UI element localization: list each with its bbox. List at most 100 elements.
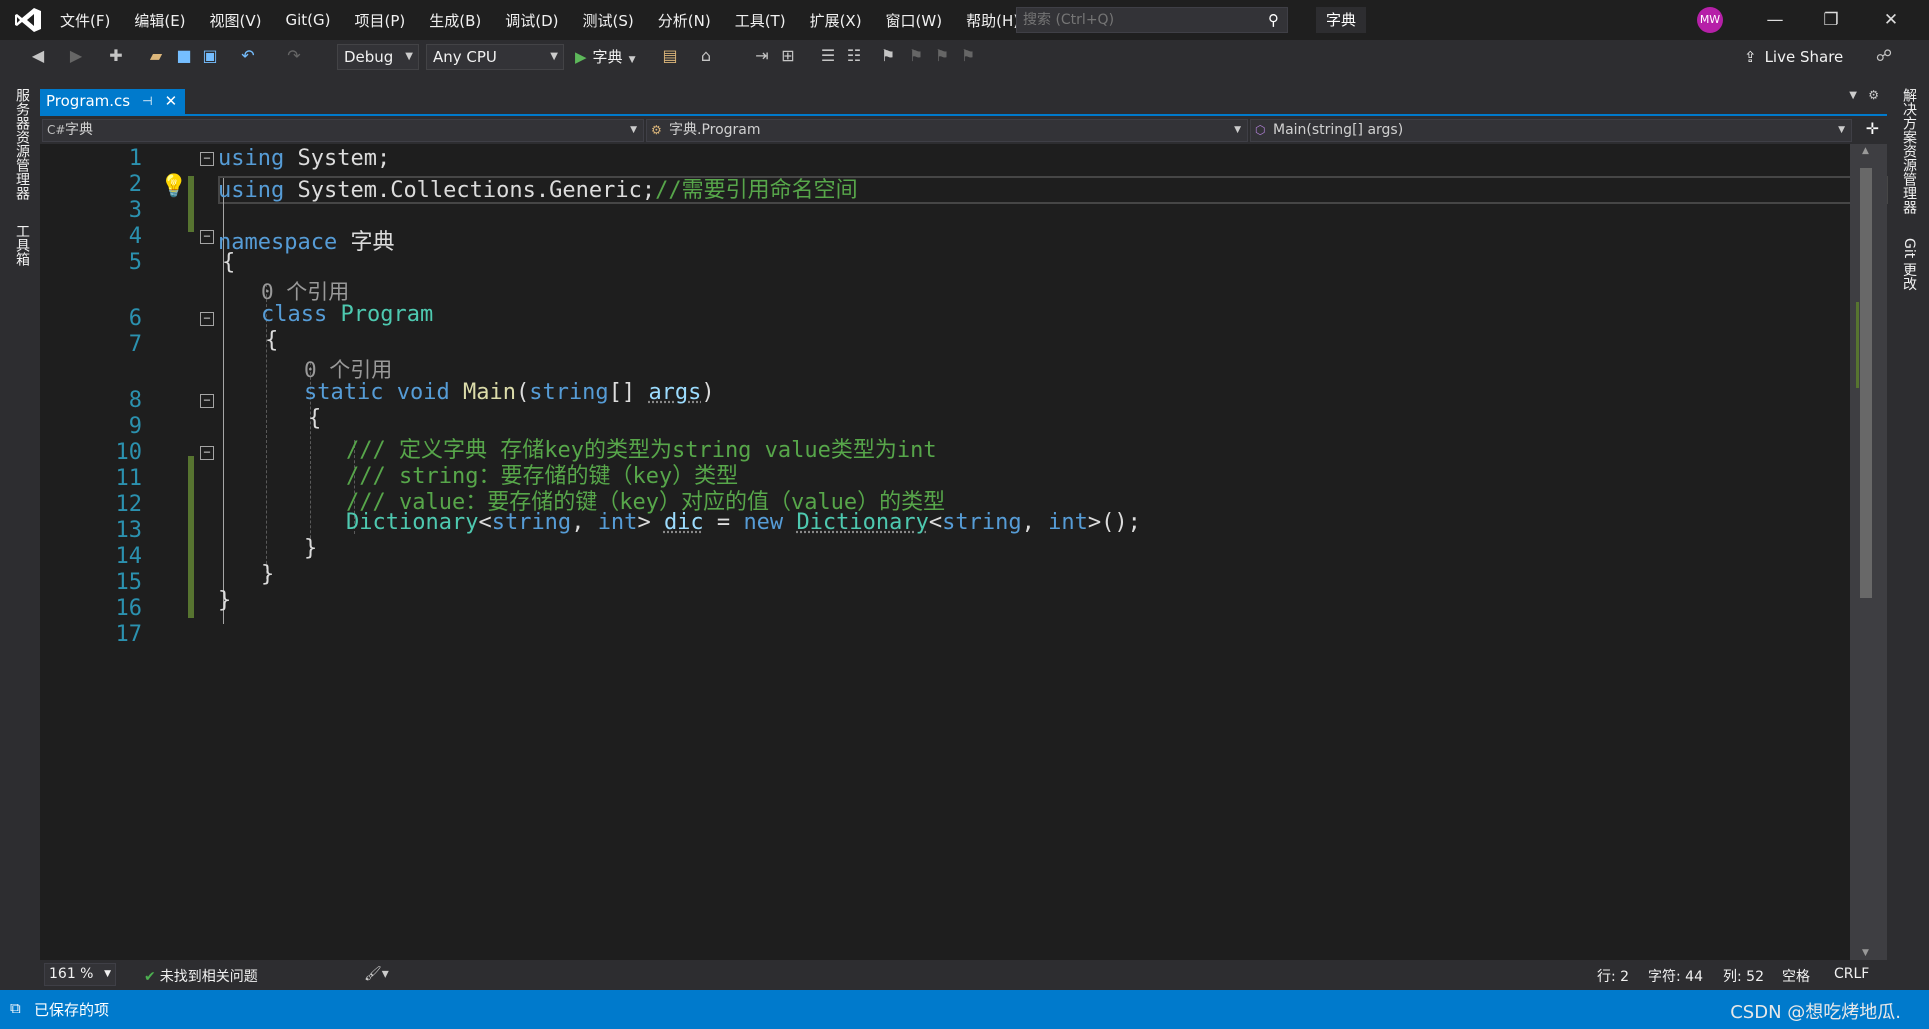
- type-name: Program: [340, 302, 434, 327]
- line-number: 11: [115, 466, 143, 491]
- code-text: <: [478, 510, 492, 535]
- comment-icon[interactable]: ☰: [818, 46, 838, 66]
- next-bookmark-icon[interactable]: ⚑: [932, 46, 952, 66]
- scroll-up-icon[interactable]: ▲: [1862, 146, 1869, 156]
- close-window-icon[interactable]: ✕: [1863, 0, 1919, 40]
- step-icon[interactable]: ⇥: [752, 46, 772, 66]
- feedback-icon[interactable]: ☍: [1874, 46, 1894, 66]
- menu-project[interactable]: 项目(P): [355, 10, 406, 31]
- save-icon[interactable]: ■: [174, 46, 194, 66]
- line-number: 5: [128, 250, 142, 275]
- char-indicator[interactable]: 字符: 44: [1648, 966, 1703, 986]
- type-name: Dictionary: [796, 510, 929, 535]
- saved-status[interactable]: 已保存的项: [34, 999, 109, 1020]
- split-window-icon[interactable]: ✛: [1866, 119, 1879, 138]
- bookmark-icon[interactable]: ⚑: [878, 46, 898, 66]
- start-debugging-button[interactable]: ▶ 字典 ▼: [575, 46, 635, 67]
- zoom-select[interactable]: 161 % ▼: [44, 963, 116, 986]
- type-dropdown[interactable]: ⚙ 字典.Program ▼: [646, 119, 1248, 142]
- whitespace-indicator[interactable]: 空格: [1782, 966, 1810, 986]
- search-input[interactable]: [1017, 11, 1255, 29]
- clear-bookmarks-icon[interactable]: ⚑: [958, 46, 978, 66]
- browser-link-icon[interactable]: ⌂: [696, 46, 716, 66]
- column-indicator[interactable]: 列: 52: [1723, 966, 1764, 986]
- live-share-button[interactable]: ⇪ Live Share: [1744, 48, 1843, 66]
- change-indicator: [188, 176, 194, 232]
- code-editor[interactable]: 💡 1 2 3 4 5 6 7 8 9 10 11 12 13 14 15 16…: [40, 144, 1888, 960]
- keyword: string: [529, 380, 609, 405]
- code-line-15: }: [261, 562, 275, 587]
- collapse-icon[interactable]: −: [200, 394, 214, 408]
- saved-icon: ⧉: [10, 999, 21, 1017]
- configuration-select[interactable]: Debug ▼: [337, 44, 419, 70]
- server-explorer-tab[interactable]: 服务器资源管理器: [12, 88, 32, 200]
- menu-build[interactable]: 生成(B): [429, 10, 481, 31]
- menu-window[interactable]: 窗口(W): [886, 10, 943, 31]
- keyword: string: [942, 510, 1022, 535]
- menu-extensions[interactable]: 扩展(X): [810, 10, 862, 31]
- collapse-icon[interactable]: −: [200, 446, 214, 460]
- git-changes-tab[interactable]: Git 更改: [1899, 238, 1919, 291]
- collapse-icon[interactable]: −: [200, 230, 214, 244]
- redo-icon[interactable]: ↷: [284, 46, 304, 66]
- tab-list-dropdown-icon[interactable]: ▼: [1849, 90, 1857, 101]
- lightbulb-icon[interactable]: 💡: [160, 174, 187, 199]
- new-project-icon[interactable]: ✚: [106, 46, 126, 66]
- menu-tools[interactable]: 工具(T): [735, 10, 786, 31]
- document-tab-strip: Program.cs ⊣ ✕ ⚙ ▼: [40, 74, 1887, 114]
- platform-select[interactable]: Any CPU ▼: [426, 44, 564, 70]
- toolbox-tab[interactable]: 工具箱: [12, 224, 32, 266]
- pin-icon[interactable]: ⊣: [142, 89, 152, 114]
- status-bar: ⧉ 已保存的项 CSDN @想吃烤地瓜.: [0, 990, 1929, 1029]
- line-indicator[interactable]: 行: 2: [1597, 966, 1629, 986]
- menu-file[interactable]: 文件(F): [60, 10, 110, 31]
- close-tab-icon[interactable]: ✕: [165, 89, 178, 114]
- minimize-icon[interactable]: —: [1747, 0, 1803, 40]
- scrollbar-thumb[interactable]: [1860, 168, 1872, 598]
- search-box[interactable]: ⚲: [1016, 7, 1288, 33]
- undo-icon[interactable]: ↶: [238, 46, 258, 66]
- avatar[interactable]: MW: [1697, 7, 1723, 33]
- collapse-icon[interactable]: −: [200, 312, 214, 326]
- code-line-7: {: [265, 328, 279, 353]
- menu-help[interactable]: 帮助(H): [966, 10, 1019, 31]
- code-text: System.Collections.Generic;: [284, 178, 656, 203]
- line-ending-indicator[interactable]: CRLF: [1834, 966, 1869, 982]
- save-all-icon[interactable]: ▣: [200, 46, 220, 66]
- uncomment-icon[interactable]: ☷: [844, 46, 864, 66]
- right-tool-rail: 解决方案资源管理器 Git 更改: [1887, 74, 1929, 990]
- search-icon[interactable]: ⚲: [1268, 11, 1279, 29]
- solution-explorer-tab[interactable]: 解决方案资源管理器: [1899, 88, 1919, 214]
- line-number: 16: [115, 596, 143, 621]
- line-number: 13: [115, 518, 143, 543]
- type-name: Dictionary: [346, 510, 479, 535]
- menu-analyze[interactable]: 分析(N): [658, 10, 711, 31]
- issues-indicator[interactable]: ✔ 未找到相关问题: [144, 966, 258, 986]
- watermark: CSDN @想吃烤地瓜.: [1730, 1002, 1901, 1023]
- chevron-down-icon: ▼: [628, 55, 636, 65]
- line-number: 7: [128, 332, 142, 357]
- tab-program-cs[interactable]: Program.cs ⊣ ✕: [40, 89, 186, 114]
- settings-icon[interactable]: ⚙: [1868, 88, 1879, 102]
- member-dropdown[interactable]: ⬡ Main(string[] args) ▼: [1250, 119, 1852, 142]
- scroll-down-icon[interactable]: ▼: [1862, 948, 1869, 958]
- menu-debug[interactable]: 调试(D): [505, 10, 558, 31]
- collapse-icon[interactable]: −: [200, 152, 214, 166]
- code-cleanup-icon[interactable]: 🖌▾: [364, 966, 389, 982]
- back-icon[interactable]: ◀: [28, 46, 48, 66]
- toggle-icon[interactable]: ⊞: [778, 46, 798, 66]
- restore-icon[interactable]: ❐: [1803, 0, 1859, 40]
- menu-git[interactable]: Git(G): [286, 11, 331, 29]
- open-folder-icon[interactable]: ▰: [146, 46, 166, 66]
- line-number: 8: [128, 388, 142, 413]
- menu-edit[interactable]: 编辑(E): [134, 10, 185, 31]
- forward-icon[interactable]: ▶: [66, 46, 86, 66]
- find-in-files-icon[interactable]: ▤: [660, 46, 680, 66]
- menu-test[interactable]: 测试(S): [583, 10, 634, 31]
- code-text: (: [515, 380, 530, 405]
- prev-bookmark-icon[interactable]: ⚑: [906, 46, 926, 66]
- menu-view[interactable]: 视图(V): [210, 10, 262, 31]
- project-dropdown[interactable]: C# 字典 ▼: [42, 119, 644, 142]
- vertical-scrollbar[interactable]: ▲ ▼: [1850, 144, 1887, 960]
